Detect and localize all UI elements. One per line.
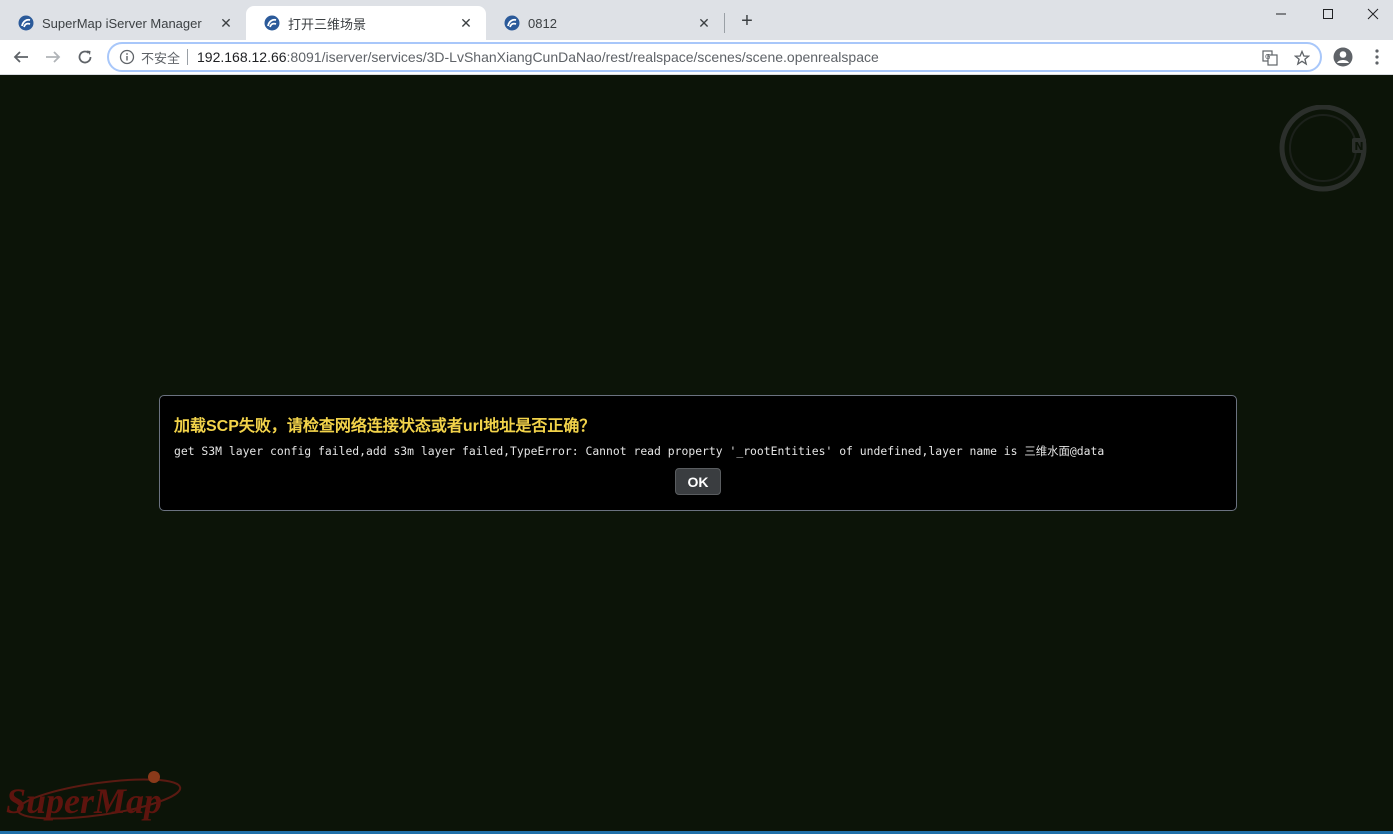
omnibox-divider (187, 49, 189, 65)
menu-button[interactable] (1365, 45, 1389, 69)
tab-title: 0812 (528, 15, 557, 31)
svg-text:G: G (1265, 53, 1270, 61)
not-secure-label: 不安全 (141, 50, 181, 66)
new-tab-button[interactable]: + (735, 9, 759, 33)
info-icon[interactable] (119, 49, 135, 65)
ok-button[interactable]: OK (675, 468, 721, 495)
back-icon (13, 51, 28, 63)
window-close-button[interactable] (1350, 0, 1393, 28)
minimize-button[interactable] (1258, 0, 1304, 28)
close-icon[interactable]: ✕ (458, 15, 474, 31)
tab-0812[interactable]: 0812 ✕ (486, 6, 724, 40)
logo-text: SuperMap (6, 781, 162, 821)
translate-icon: G (1262, 50, 1278, 66)
browser-toolbar: 不安全 192.168.12.66:8091/iserver/services/… (0, 40, 1393, 75)
window-close-icon (1367, 8, 1379, 20)
tab-separator (724, 13, 725, 33)
minimize-icon (1276, 13, 1286, 15)
translate-button[interactable]: G (1261, 49, 1279, 67)
profile-button[interactable] (1331, 45, 1355, 69)
forward-icon (46, 51, 61, 63)
url-text[interactable]: 192.168.12.66:8091/iserver/services/3D-L… (197, 49, 879, 65)
url-host: 192.168.12.66 (197, 49, 287, 65)
star-icon (1294, 50, 1310, 66)
compass-icon[interactable]: N (1278, 105, 1370, 195)
address-bar[interactable]: 不安全 192.168.12.66:8091/iserver/services/… (107, 42, 1322, 72)
compass-north-label: N (1354, 140, 1363, 153)
maximize-icon (1323, 9, 1333, 19)
url-path: :8091/iserver/services/3D-LvShanXiangCun… (286, 49, 879, 65)
dialog-title: 加载SCP失败，请检查网络连接状态或者url地址是否正确？ (174, 418, 596, 435)
account-icon (1333, 47, 1353, 67)
supermap-favicon-icon (264, 15, 280, 31)
forward-button[interactable] (39, 43, 67, 71)
reload-icon (78, 50, 92, 64)
tab-supermap-manager[interactable]: SuperMap iServer Manager ✕ (0, 6, 246, 40)
bookmark-button[interactable] (1293, 49, 1311, 67)
supermap-favicon-icon (18, 15, 34, 31)
menu-icon (1375, 49, 1379, 65)
maximize-button[interactable] (1305, 0, 1351, 28)
error-dialog: 加载SCP失败，请检查网络连接状态或者url地址是否正确？ get S3M la… (159, 395, 1237, 511)
tab-strip: SuperMap iServer Manager ✕ 打开三维场景 ✕ 0812… (0, 0, 1393, 40)
reload-button[interactable] (71, 43, 99, 71)
back-button[interactable] (7, 43, 35, 71)
tab-title: SuperMap iServer Manager (42, 15, 202, 31)
supermap-favicon-icon (504, 15, 520, 31)
supermap-logo: SuperMap (6, 771, 182, 821)
tab-open-3d-scene[interactable]: 打开三维场景 ✕ (246, 6, 486, 40)
tab-title: 打开三维场景 (288, 16, 367, 32)
dialog-message: get S3M layer config failed,add s3m laye… (174, 444, 1105, 458)
close-icon[interactable]: ✕ (218, 15, 234, 31)
close-icon[interactable]: ✕ (696, 15, 712, 31)
